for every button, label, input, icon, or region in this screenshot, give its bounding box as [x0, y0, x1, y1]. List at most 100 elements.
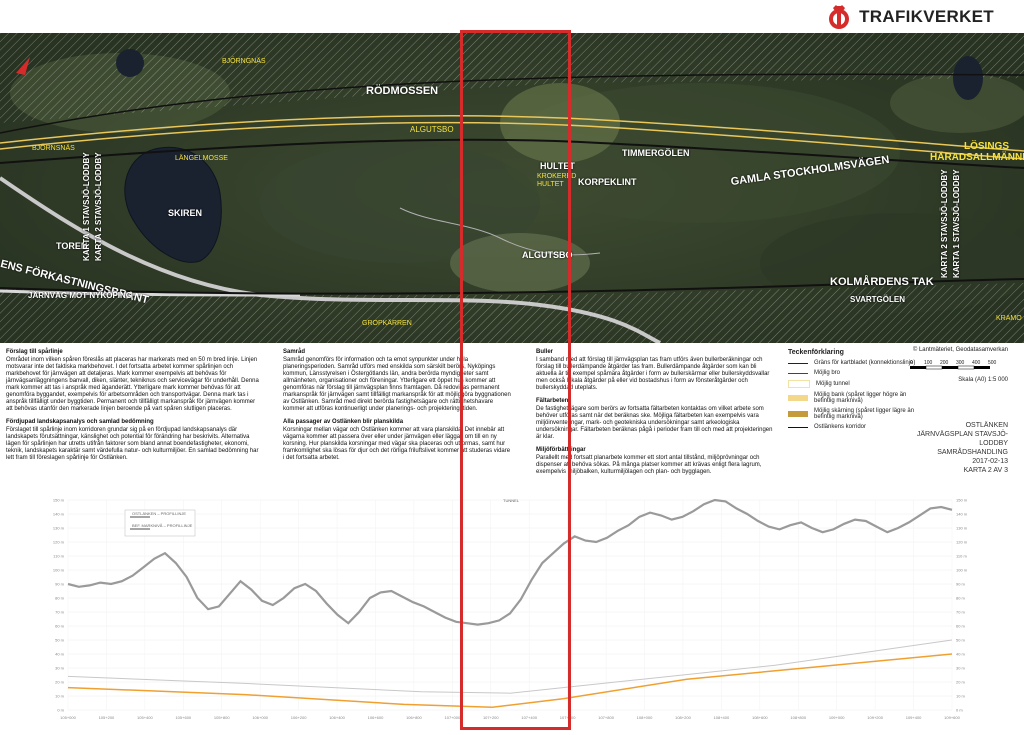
- place-jarnvag-nykoping: JÄRNVÄG MOT NYKÖPING: [28, 291, 133, 300]
- x-tick-label: 106+400: [329, 715, 345, 720]
- x-tick-label: 109+200: [867, 715, 883, 720]
- crown-icon: [829, 5, 850, 29]
- track-profile-line: [67, 653, 953, 708]
- heading-samrad: Samråd: [283, 349, 306, 355]
- tunnel-label: TUNNEL: [503, 498, 520, 503]
- legend-swatch: [788, 426, 808, 428]
- profile-legend-markniva: BEF. MARKNIVÅ – PROFILLINJE: [132, 523, 193, 528]
- y-tick-label: 40 m: [55, 652, 65, 657]
- paragraph-sparlinje: Området inom vilken spåren föreslås att …: [6, 357, 259, 412]
- trafikverket-logo: TRAFIKVERKET: [825, 4, 994, 30]
- place-karta2-east: KARTA 2 STAVSJÖ-LODDBY: [940, 169, 949, 278]
- terrain-profile-line: [67, 498, 953, 626]
- scale-tick-label: 200: [940, 360, 949, 366]
- x-tick-label: 107+200: [483, 715, 499, 720]
- scale-tick-label: 300: [956, 360, 965, 366]
- y-tick-label: 120 m: [956, 540, 968, 545]
- x-tick-label: 106+000: [252, 715, 268, 720]
- heading-passager: Alla passager av Ostlänken blir planskil…: [283, 419, 404, 425]
- x-tick-label: 107+800: [598, 715, 614, 720]
- y-tick-label: 50 m: [55, 638, 65, 643]
- y-tick-label: 90 m: [956, 582, 966, 587]
- aerial-map[interactable]: BJÖRNGNÄS RÖDMOSSEN BJÖRNSNÄS LÄNGELMOSS…: [0, 33, 1024, 343]
- y-tick-label: 110 m: [53, 554, 64, 559]
- y-tick-label: 100 m: [956, 568, 968, 573]
- text-column-3: Buller I samband med att förslag till jä…: [536, 349, 776, 482]
- place-losings: LÖSINGS: [964, 141, 1010, 152]
- y-tick-label: 150 m: [956, 498, 968, 503]
- place-hultet-yellow: HULTET: [537, 181, 564, 188]
- profile-chart: 150 m 140 m 130 m 120 m 110 m 100 m 90 m 80 m 70…: [53, 498, 968, 721]
- scale-tick-label: 400: [972, 360, 981, 366]
- y-tick-label: 70 m: [956, 610, 966, 615]
- place-karta1-west: KARTA 1 STAVSJÖ-LODDBY: [82, 152, 91, 261]
- y-tick-label: 140 m: [956, 512, 968, 517]
- x-tick-label: 108+800: [790, 715, 806, 720]
- x-tick-label: 105+600: [175, 715, 191, 720]
- x-tick-label: 108+200: [675, 715, 691, 720]
- sheet-number: KARTA 2 AV 3: [963, 467, 1008, 474]
- place-karta2-west: KARTA 2 STAVSJÖ-LODDBY: [94, 152, 103, 261]
- y-tick-label: 110 m: [956, 554, 967, 559]
- x-tick-label: 107+000: [445, 715, 461, 720]
- paragraph-faltarbeten: De fastighetsägare som berörs av fortsat…: [536, 406, 773, 440]
- heading-buller: Buller: [536, 349, 554, 355]
- document-type: SAMRÅDSHANDLING: [937, 449, 1008, 456]
- paragraph-landskapsanalys: Förslaget till spårlinje inom korridoren…: [6, 427, 259, 461]
- place-krokered: KROKERED: [537, 173, 577, 180]
- heading-landskapsanalys: Fördjupad landskapsanalys och samlad bed…: [6, 419, 154, 425]
- place-kolmardens-tak: KOLMÅRDENS TAK: [830, 276, 934, 288]
- heading-faltarbeten: Fältarbeten: [536, 398, 569, 404]
- document-date: 2017-02-13: [972, 458, 1008, 465]
- y-tick-label: 0 m: [57, 708, 64, 713]
- legend-swatch: [788, 395, 808, 401]
- x-tick-label: 109+400: [906, 715, 922, 720]
- x-tick-label: 108+400: [714, 715, 730, 720]
- x-tick-label: 105+800: [214, 715, 230, 720]
- y-tick-label: 70 m: [55, 610, 65, 615]
- paragraph-buller: I samband med att förslag till järnvägsp…: [536, 357, 770, 391]
- place-svartgolen: SVARTGÖLEN: [850, 295, 905, 304]
- scale-bar-graphic: 0 100 200 300 400 500: [910, 360, 997, 370]
- place-karta1-east: KARTA 1 STAVSJÖ-LODDBY: [952, 169, 961, 278]
- y-tick-label: 140 m: [53, 512, 65, 517]
- y-tick-label: 60 m: [956, 624, 966, 629]
- heading-sparlinje: Förslag till spårlinje: [6, 349, 63, 355]
- y-tick-label: 20 m: [956, 680, 966, 685]
- x-tick-label: 107+400: [521, 715, 537, 720]
- legend-swatch: [788, 362, 808, 364]
- map-info: © Lantmäteriet, Geodatasamverkan 0 100 2…: [898, 347, 1008, 475]
- heading-miljoforbattringar: Miljöförbättringar: [536, 447, 586, 453]
- x-tick-label: 108+600: [752, 715, 768, 720]
- scale-tick-label: 500: [988, 360, 997, 366]
- place-bjorngnas: BJÖRNGNÄS: [222, 58, 266, 65]
- place-hultet: HULTET: [540, 161, 575, 171]
- x-tick-label: 105+200: [99, 715, 115, 720]
- y-axis-right: 150 m 140 m 130 m 120 m 110 m 100 m 90 m 80 m 70…: [956, 498, 968, 713]
- x-tick-label: 107+600: [560, 715, 576, 720]
- legend-label: Möjlig tunnel: [816, 381, 850, 387]
- top-bar: TRAFIKVERKET: [0, 0, 1024, 33]
- description-text-area: Förslag till spårlinje Området inom vilk…: [0, 343, 1024, 488]
- place-algutsbo-south: ALGUTSBO: [522, 250, 573, 260]
- profile-legend: OSTLÄNKEN – PROFILLINJE BEF. MARKNIVÅ – …: [124, 509, 196, 537]
- copyright-text: © Lantmäteriet, Geodatasamverkan: [912, 347, 1008, 353]
- x-tick-label: 105+400: [137, 715, 153, 720]
- y-tick-label: 30 m: [956, 666, 966, 671]
- legend-swatch: [788, 411, 808, 417]
- logo-text: TRAFIKVERKET: [859, 7, 994, 26]
- paragraph-miljoforbattringar: Parallellt med fortsatt planarbete komme…: [536, 455, 762, 475]
- legend-swatch: [788, 372, 808, 374]
- place-bjornsnas: BJÖRNSNÄS: [32, 145, 75, 152]
- y-tick-label: 30 m: [55, 666, 65, 671]
- y-tick-label: 130 m: [956, 526, 968, 531]
- paragraph-samrad: Samråd genomförs för information och ta …: [283, 357, 511, 412]
- elevation-profile: 150 m 140 m 130 m 120 m 110 m 100 m 90 m 80 m 70…: [0, 488, 1024, 730]
- x-tick-label: 106+800: [406, 715, 422, 720]
- legend-label: Möjlig bro: [814, 370, 841, 376]
- y-tick-label: 50 m: [956, 638, 966, 643]
- paragraph-passager: Korsningar mellan vägar och Ostlänken ko…: [283, 427, 511, 461]
- y-tick-label: 80 m: [956, 596, 966, 601]
- place-langelmosse: LÄNGELMOSSE: [175, 155, 228, 162]
- y-axis-left: 150 m 140 m 130 m 120 m 110 m 100 m 90 m 80 m 70…: [53, 498, 65, 713]
